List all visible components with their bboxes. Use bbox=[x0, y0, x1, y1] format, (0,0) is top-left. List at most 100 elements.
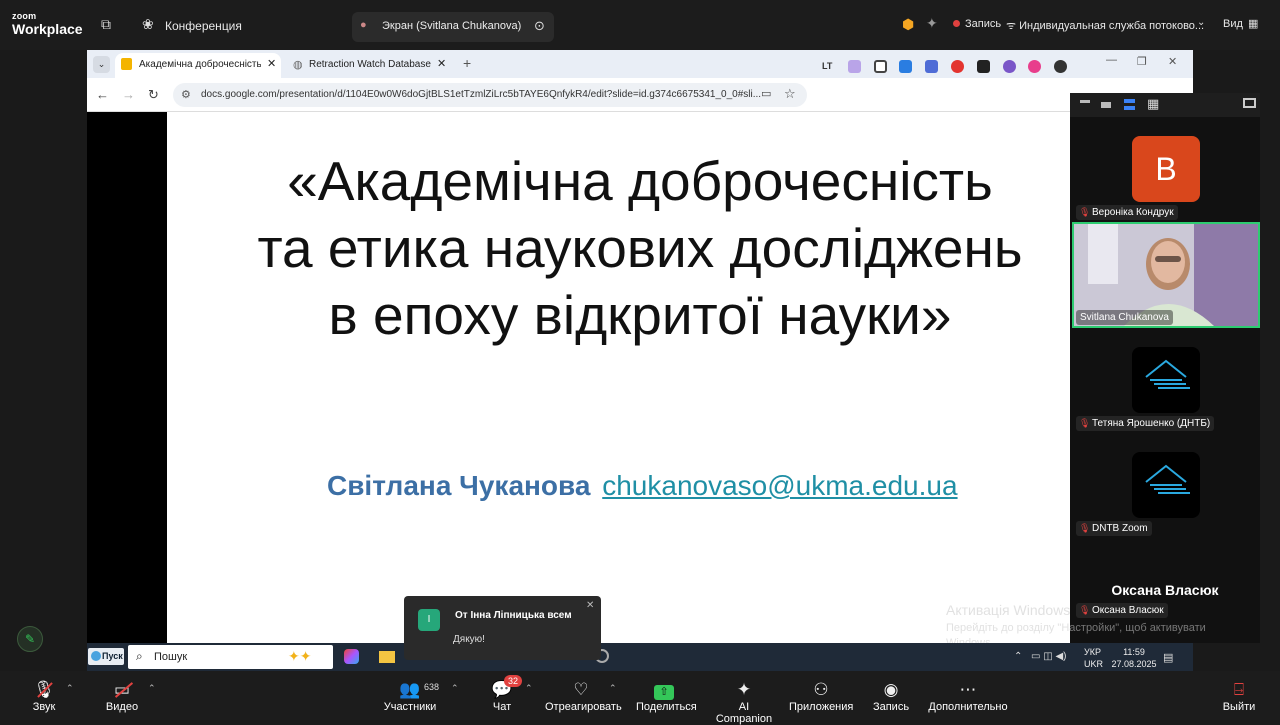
view-label[interactable]: Вид bbox=[1223, 18, 1243, 30]
cast-icon[interactable]: ▭ bbox=[761, 87, 771, 100]
tray-icons[interactable]: ▭ ◫ ◀) bbox=[1031, 651, 1066, 662]
record-button[interactable]: ◉ Запись bbox=[872, 679, 910, 713]
dntb-logo-avatar bbox=[1132, 452, 1200, 518]
screen-tab-label: Экран (Svitlana Chukanova) bbox=[382, 20, 522, 32]
minimize-panel-icon[interactable] bbox=[1080, 100, 1090, 103]
tab-label: Академічна доброчесність та і bbox=[139, 59, 261, 70]
chat-button[interactable]: 💬 Чат 32 bbox=[488, 675, 523, 713]
zoom-brand-small: zoom bbox=[12, 11, 37, 21]
slide-title-line-2: та етика наукових досліджень bbox=[257, 217, 1023, 279]
chat-caret-icon[interactable]: ⌃ bbox=[525, 683, 533, 694]
bookmark-star-icon[interactable]: ☆ bbox=[784, 86, 796, 102]
close-tab-icon[interactable]: ✕ bbox=[267, 57, 276, 70]
video-options-caret-icon[interactable]: ⌃ bbox=[148, 683, 156, 694]
active-speaker-video[interactable]: Svitlana Chukanova bbox=[1072, 222, 1260, 328]
tab-search-icon[interactable]: ⌄ bbox=[93, 56, 110, 73]
participant-name: DNTB Zoom bbox=[1092, 523, 1148, 534]
audio-button[interactable]: 🎙 Звук bbox=[29, 679, 59, 713]
slide-author: Світлана Чуканова chukanovaso@ukma.edu.u… bbox=[327, 470, 958, 502]
more-label: Дополнительно bbox=[928, 701, 1008, 713]
audio-label: Звук bbox=[32, 701, 56, 713]
heart-icon: ♡ bbox=[573, 680, 589, 699]
maximize-icon[interactable]: ❐ bbox=[1137, 55, 1147, 68]
taskbar-search-label: Пошук bbox=[154, 651, 188, 663]
react-button[interactable]: ♡ Отреагировать bbox=[545, 679, 622, 713]
leave-label: Выйти bbox=[1222, 701, 1256, 713]
back-icon[interactable]: ← bbox=[96, 87, 109, 102]
site-settings-icon[interactable]: ⚙ bbox=[181, 88, 191, 101]
language-indicator[interactable]: УКР UKR bbox=[1084, 646, 1103, 670]
taskbar-clock[interactable]: 11:59 27.08.2025 bbox=[1110, 646, 1158, 670]
leave-icon: ⍈ bbox=[1233, 680, 1245, 699]
speaker-view-icon[interactable] bbox=[1101, 102, 1111, 108]
new-tab-icon[interactable]: + bbox=[463, 55, 471, 71]
leave-button[interactable]: ⍈ Выйти bbox=[1222, 679, 1256, 713]
chevron-down-icon[interactable]: ⌄ bbox=[1197, 17, 1205, 28]
streaming-indicator[interactable]: ᯤ Индивидуальная служба потоково... bbox=[1006, 18, 1204, 33]
recording-indicator[interactable]: Запись bbox=[953, 18, 1001, 30]
globe-favicon-icon: ◍ bbox=[293, 59, 303, 71]
watermark-line-1: Перейдіть до розділу "Настройки", щоб ак… bbox=[946, 622, 1206, 634]
tray-chevron-icon[interactable]: ⌃ bbox=[1014, 651, 1022, 662]
participant-name: Тетяна Ярошенко (ДНТБ) bbox=[1092, 418, 1211, 429]
browser-tab[interactable]: ◍ Retraction Watch Database ✕ bbox=[291, 53, 451, 78]
url-text: docs.google.com/presentation/d/1104E0w0W… bbox=[201, 89, 762, 100]
extension-lt-icon[interactable]: LT bbox=[822, 61, 835, 74]
pop-out-icon[interactable] bbox=[1243, 98, 1256, 108]
annotate-pencil-icon[interactable]: ✎ bbox=[17, 626, 43, 652]
audio-options-caret-icon[interactable]: ⌃ bbox=[66, 683, 74, 694]
taskbar-search[interactable]: ⌕ Пошук ✦✦ bbox=[128, 645, 333, 669]
share-button[interactable]: ⇧ Поделиться bbox=[636, 679, 697, 713]
author-email-link[interactable]: chukanovaso@ukma.edu.ua bbox=[602, 470, 957, 501]
browser-tab-active[interactable]: Академічна доброчесність та і ✕ bbox=[115, 53, 281, 78]
extension-circle-icon[interactable] bbox=[1003, 60, 1016, 73]
ai-companion-button[interactable]: ✦ AI Companion bbox=[710, 679, 778, 725]
video-button[interactable]: ▭ Видео bbox=[103, 679, 141, 713]
meeting-label[interactable]: Конференция bbox=[165, 19, 242, 33]
share-label: Поделиться bbox=[636, 701, 697, 713]
start-button[interactable]: Пуск bbox=[88, 648, 124, 665]
screen-share-tab[interactable]: ● Экран (Svitlana Chukanova) ⊙ bbox=[352, 12, 554, 42]
reload-icon[interactable]: ↻ bbox=[148, 87, 159, 103]
file-explorer-icon[interactable] bbox=[379, 651, 395, 663]
mic-muted-icon: 🎙 bbox=[1079, 523, 1091, 533]
extension-film-icon[interactable] bbox=[977, 60, 990, 73]
mic-off-icon: 🎙 bbox=[29, 679, 59, 701]
apps-button[interactable]: ⚇ Приложения bbox=[789, 679, 853, 713]
more-options-icon[interactable]: ⊙ bbox=[534, 18, 545, 34]
react-caret-icon[interactable]: ⌃ bbox=[609, 683, 617, 694]
chat-notification[interactable]: І От Інна Ліпницька всем Дякую! ✕ bbox=[404, 596, 601, 660]
meeting-paw-icon: ❀ bbox=[142, 16, 154, 32]
more-button[interactable]: ⋯ Дополнительно bbox=[928, 679, 1008, 713]
close-notification-icon[interactable]: ✕ bbox=[586, 600, 594, 611]
forward-icon[interactable]: → bbox=[122, 87, 135, 102]
presentation-area: «Академічна доброчесність та етика науко… bbox=[87, 112, 1193, 643]
share-screen-icon: ⇧ bbox=[636, 679, 692, 701]
extension-opera-icon[interactable] bbox=[951, 60, 964, 73]
extension-stack-icon[interactable] bbox=[925, 60, 938, 73]
gallery-view-icon[interactable]: ▦ bbox=[1147, 96, 1159, 112]
extension-pink-icon[interactable] bbox=[1028, 60, 1041, 73]
close-window-icon[interactable]: ✕ bbox=[1168, 55, 1177, 68]
copilot-app-icon[interactable] bbox=[344, 649, 359, 664]
extension-dark-icon[interactable] bbox=[1054, 60, 1067, 73]
strip-view-icon[interactable] bbox=[1124, 99, 1135, 110]
url-field[interactable]: ⚙ docs.google.com/presentation/d/1104E0w… bbox=[173, 83, 807, 107]
security-shield-icon[interactable]: ⬢ bbox=[902, 16, 914, 33]
ai-sparkle-icon[interactable]: ✦ bbox=[926, 15, 938, 32]
lang-label: УКР bbox=[1084, 647, 1101, 657]
extension-pen-icon[interactable] bbox=[848, 60, 861, 73]
participants-label: Участники bbox=[383, 701, 437, 713]
participants-caret-icon[interactable]: ⌃ bbox=[451, 683, 459, 694]
panel-toolbar: ▦ bbox=[1070, 93, 1260, 117]
notification-center-icon[interactable]: ▤ bbox=[1163, 651, 1173, 664]
notification-message: Дякую! bbox=[453, 634, 485, 645]
view-grid-icon[interactable]: ▦ bbox=[1248, 17, 1258, 30]
participant-name-tag: 🎙 Вероніка Кондрук bbox=[1076, 205, 1178, 220]
close-tab-icon[interactable]: ✕ bbox=[437, 57, 446, 70]
extension-crop-icon[interactable] bbox=[874, 60, 887, 73]
collapse-icon[interactable]: ⧉ bbox=[101, 16, 111, 33]
extension-d-icon[interactable] bbox=[899, 60, 912, 73]
participants-button[interactable]: 👥 Участники 638 bbox=[382, 679, 439, 713]
minimize-icon[interactable]: — bbox=[1106, 54, 1117, 66]
